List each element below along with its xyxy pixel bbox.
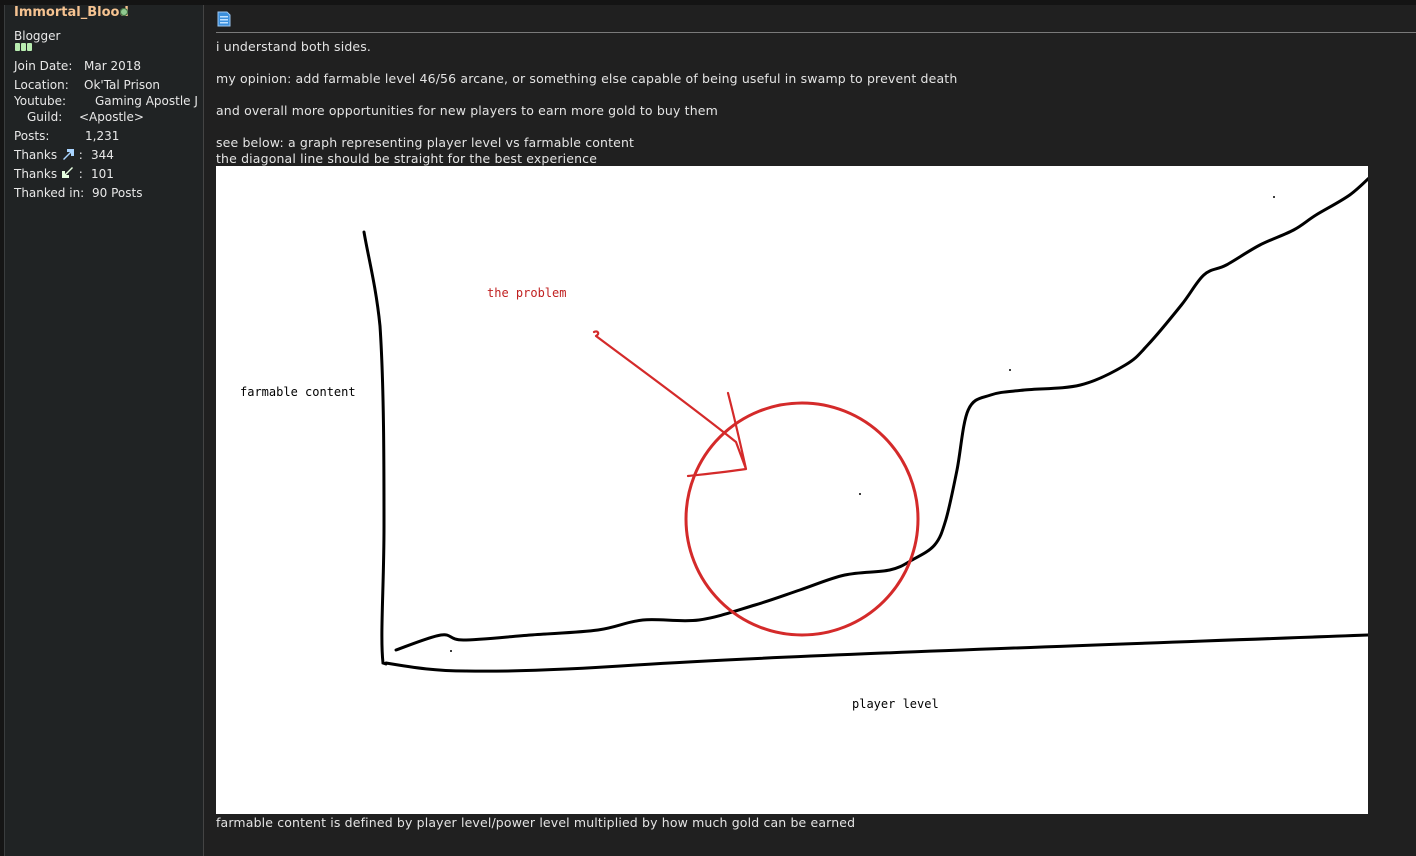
graph-image: farmable content player level the proble… xyxy=(216,166,1368,814)
top-bar xyxy=(0,0,1416,5)
join-date-label: Join Date: xyxy=(14,59,73,73)
reputation-bar xyxy=(15,43,32,51)
thanks-given-arrow-icon xyxy=(62,149,74,160)
thanked-in-value: 90 Posts xyxy=(92,186,143,200)
y-axis-line xyxy=(362,230,388,666)
post-divider xyxy=(216,32,1416,33)
x-axis-line xyxy=(384,633,1368,673)
location-value: Ok'Tal Prison xyxy=(84,78,161,92)
post-paragraph: the diagonal line should be straight for… xyxy=(216,151,598,166)
x-axis-label: player level xyxy=(852,697,939,711)
thanks-given-label: Thanks : xyxy=(14,148,83,162)
join-date-value: Mar 2018 xyxy=(84,59,141,73)
thanks-received-colon: : xyxy=(78,167,83,181)
problem-highlight-circle xyxy=(684,401,920,637)
youtube-label: Youtube: xyxy=(14,94,67,108)
annotation-label: the problem xyxy=(487,286,566,300)
thanks-received-label: Thanks : xyxy=(14,167,83,181)
y-axis-label: farmable content xyxy=(240,385,356,399)
location-label: Location: xyxy=(14,78,69,92)
document-icon xyxy=(217,11,231,27)
thanks-received-value: 101 xyxy=(91,167,114,181)
guild-value: <Apostle> xyxy=(79,110,144,124)
thanks-given-text: Thanks xyxy=(14,148,58,162)
online-status-icon xyxy=(120,8,128,16)
thanks-given-value: 344 xyxy=(91,148,114,162)
sketch-chart: farmable content player level the proble… xyxy=(240,176,1368,711)
post-paragraph: my opinion: add farmable level 46/56 arc… xyxy=(216,71,958,86)
stray-dot xyxy=(450,650,452,652)
posts-label: Posts: xyxy=(14,129,50,143)
post-paragraph: i understand both sides. xyxy=(216,39,372,54)
stray-dot xyxy=(859,493,861,495)
user-rank: Blogger xyxy=(14,29,61,43)
problem-arrow xyxy=(592,330,748,478)
post-paragraph: and overall more opportunities for new p… xyxy=(216,103,718,118)
thanks-received-text: Thanks xyxy=(14,167,58,181)
stray-dot xyxy=(1273,196,1275,198)
user-info-panel: Immortal_Blood Blogger Join Date: Mar 20… xyxy=(4,5,204,856)
reputation-pip xyxy=(15,43,20,51)
post-caption: farmable content is defined by player le… xyxy=(216,815,856,830)
reputation-pip xyxy=(27,43,32,51)
reputation-pip xyxy=(21,43,26,51)
post-paragraph: see below: a graph representing player l… xyxy=(216,135,635,150)
thanks-received-arrow-icon xyxy=(61,167,73,178)
thanked-in-label: Thanked in: xyxy=(14,186,85,200)
series-line-0 xyxy=(394,176,1368,652)
stray-dot xyxy=(1009,369,1011,371)
thanks-given-colon: : xyxy=(78,148,83,162)
youtube-value[interactable]: Gaming Apostle J xyxy=(95,94,198,108)
username-link[interactable]: Immortal_Blood xyxy=(14,5,129,20)
series-layer xyxy=(394,176,1368,652)
posts-value: 1,231 xyxy=(85,129,120,143)
guild-label: Guild: xyxy=(27,110,63,124)
